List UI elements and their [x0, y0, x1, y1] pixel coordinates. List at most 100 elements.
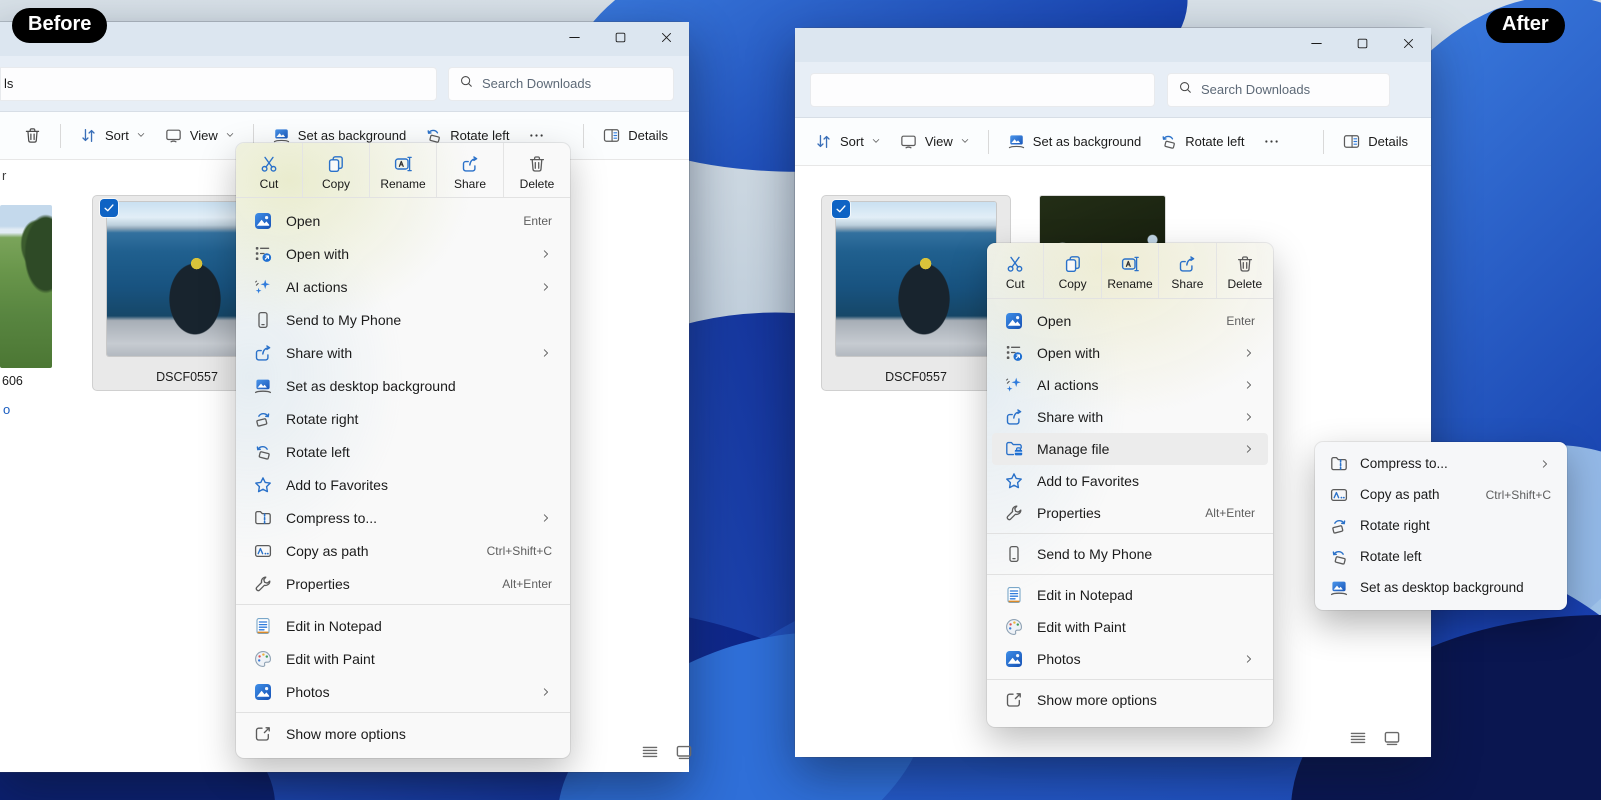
quick-action[interactable]: Copy [303, 143, 370, 197]
close-icon [1401, 36, 1416, 54]
toolbar-button[interactable]: Set as background [998, 126, 1150, 158]
context-menu-item[interactable]: OpenEnter [241, 204, 565, 237]
selection-checkbox[interactable] [832, 200, 850, 218]
file-card-selected[interactable]: DSCF0557 [822, 196, 1010, 390]
context-menu-item[interactable]: Photos [992, 643, 1268, 675]
rename-icon [393, 154, 413, 174]
view-toggle-button[interactable] [1348, 728, 1368, 751]
context-menu-item[interactable]: Compress to... [1319, 448, 1563, 479]
context-menu-item[interactable]: Photos [241, 675, 565, 708]
chevron-down-icon [136, 128, 146, 143]
context-menu-item[interactable]: Add to Favorites [241, 468, 565, 501]
toolbar-button[interactable]: Details [1333, 126, 1417, 158]
star-icon [253, 475, 273, 495]
window-control-button[interactable] [1339, 28, 1385, 62]
context-menu-item[interactable]: PropertiesAlt+Enter [992, 497, 1268, 529]
context-menu-item[interactable]: Send to My Phone [241, 303, 565, 336]
context-menu-item[interactable]: Add to Favorites [992, 465, 1268, 497]
context-menu-item[interactable]: Compress to... [241, 501, 565, 534]
context-menu-items: OpenEnterOpen withAI actionsSend to My P… [236, 198, 570, 756]
context-menu-item[interactable]: Rotate left [1319, 541, 1563, 572]
clipped-group-header: r [2, 168, 6, 183]
chevron-right-icon [540, 347, 552, 359]
context-menu-item[interactable]: Edit with Paint [992, 611, 1268, 643]
address-bar[interactable]: ls [0, 67, 437, 101]
titlebar[interactable] [795, 28, 1431, 62]
search-box[interactable] [448, 67, 674, 101]
context-menu-item[interactable]: Rotate left [241, 435, 565, 468]
check-icon [835, 203, 847, 215]
context-menu-item[interactable]: Copy as pathCtrl+Shift+C [241, 534, 565, 567]
address-bar[interactable] [810, 73, 1155, 107]
toolbar-button[interactable] [1253, 126, 1290, 158]
context-menu-items: OpenEnterOpen withAI actionsShare withMa… [987, 299, 1273, 722]
window-control-button[interactable] [1385, 28, 1431, 62]
context-menu-item[interactable]: Share with [992, 401, 1268, 433]
view-toggle-button[interactable] [1382, 728, 1402, 751]
context-menu-item[interactable]: Edit in Notepad [241, 609, 565, 642]
window-controls [551, 22, 689, 56]
context-menu-item[interactable]: Copy as pathCtrl+Shift+C [1319, 479, 1563, 510]
toolbar-button[interactable] [14, 120, 51, 152]
context-menu-item[interactable]: Open with [241, 237, 565, 270]
context-menu-item[interactable]: Open with [992, 337, 1268, 369]
toolbar-button[interactable]: View [890, 126, 979, 158]
ellipsis-icon [1262, 132, 1281, 151]
quick-action[interactable]: Cut [236, 143, 303, 197]
context-menu-item[interactable]: Set as desktop background [241, 369, 565, 402]
window-control-button[interactable] [597, 22, 643, 56]
context-menu-item[interactable]: Rotate right [241, 402, 565, 435]
shortcut-text: Enter [1208, 314, 1255, 328]
context-menu-item[interactable]: AI actions [992, 369, 1268, 401]
search-input[interactable] [1201, 82, 1379, 97]
view-toggle-button[interactable] [640, 742, 660, 765]
search-input[interactable] [482, 76, 663, 91]
toolbar-button[interactable]: View [155, 120, 244, 152]
quick-action[interactable]: Share [1159, 243, 1216, 298]
context-menu-item[interactable]: Manage file [992, 433, 1268, 465]
view-toggle-button[interactable] [674, 742, 694, 765]
context-menu-item[interactable]: OpenEnter [992, 305, 1268, 337]
copy-path-icon [1329, 485, 1349, 505]
context-menu-item[interactable]: AI actions [241, 270, 565, 303]
window-control-button[interactable] [643, 22, 689, 56]
window-control-button[interactable] [551, 22, 597, 56]
context-menu-item[interactable]: PropertiesAlt+Enter [241, 567, 565, 600]
chevron-right-icon [1539, 458, 1551, 470]
rotate-right-icon [253, 409, 273, 429]
search-box[interactable] [1167, 73, 1390, 107]
quick-action[interactable]: Cut [987, 243, 1044, 298]
shortcut-text: Alt+Enter [1187, 506, 1255, 520]
file-thumbnail-diver[interactable] [836, 202, 996, 356]
context-menu-item[interactable]: Set as desktop background [1319, 572, 1563, 603]
toolbar-button[interactable]: Sort [805, 126, 890, 158]
toolbar-button[interactable]: Rotate left [1150, 126, 1253, 158]
context-menu-item[interactable]: Show more options [241, 717, 565, 750]
context-menu-item[interactable]: Share with [241, 336, 565, 369]
shortcut-text: Ctrl+Shift+C [469, 544, 552, 558]
quick-action[interactable]: Delete [504, 143, 570, 197]
context-menu-item[interactable]: Show more options [992, 684, 1268, 716]
context-menu-item[interactable]: Edit in Notepad [992, 579, 1268, 611]
show-more-icon [1004, 690, 1024, 710]
quick-action[interactable]: Delete [1217, 243, 1273, 298]
selection-checkbox[interactable] [100, 199, 118, 217]
quick-action[interactable]: Rename [1102, 243, 1159, 298]
context-menu-item[interactable]: Send to My Phone [992, 538, 1268, 570]
context-menu-item[interactable]: Rotate right [1319, 510, 1563, 541]
address-path-fragment: ls [4, 76, 13, 91]
menu-separator [236, 708, 570, 717]
chevron-right-icon [540, 686, 552, 698]
phone-icon [1004, 544, 1024, 564]
context-menu-item[interactable]: Edit with Paint [241, 642, 565, 675]
rotate-left-icon [1159, 132, 1178, 151]
quick-action[interactable]: Copy [1044, 243, 1101, 298]
file-thumbnail-golf[interactable] [0, 205, 52, 368]
notepad-icon [253, 616, 273, 636]
delete-icon [1235, 254, 1255, 274]
quick-action[interactable]: Rename [370, 143, 437, 197]
toolbar-button[interactable]: Sort [70, 120, 155, 152]
toolbar-button[interactable]: Details [593, 120, 677, 152]
quick-action[interactable]: Share [437, 143, 504, 197]
window-control-button[interactable] [1293, 28, 1339, 62]
